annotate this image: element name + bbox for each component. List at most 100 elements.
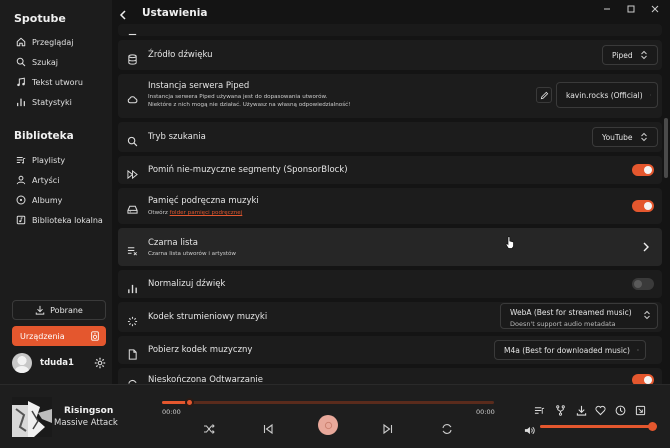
shuffle-button[interactable] — [203, 420, 215, 434]
username: tduda1 — [40, 358, 74, 368]
sleep-timer-button[interactable] — [615, 401, 626, 416]
devices-button[interactable]: Urządzenia — [12, 326, 106, 346]
main-nav: Przeglądaj Szukaj Tekst utworu Statystyk… — [0, 32, 112, 112]
setting-title: Czarna lista — [148, 238, 198, 248]
home-icon — [16, 37, 26, 47]
chevron-right-icon — [643, 242, 649, 252]
toggle-knob — [644, 202, 652, 210]
file-icon — [127, 345, 138, 360]
search-icon — [127, 132, 138, 147]
git-fork-icon — [556, 405, 565, 416]
download-icon — [576, 405, 587, 416]
sidebar-item-stats[interactable]: Statystyki — [0, 92, 112, 112]
repeat-button[interactable] — [441, 420, 453, 434]
chevron-up-down-icon — [640, 132, 647, 142]
setting-subtitle: Instancja serwera Piped używana jest do … — [148, 94, 328, 100]
sidebar: Spotube Przeglądaj Szukaj Tekst utworu S… — [0, 0, 112, 384]
volume-fill — [540, 425, 654, 428]
normalize-toggle[interactable] — [632, 278, 654, 290]
volume-slider[interactable] — [540, 422, 657, 431]
select-value: Piped — [612, 50, 633, 60]
settings-row-sponsorblock: Pomiń nie-muzyczne segmenty (SponsorBloc… — [118, 156, 662, 184]
user-icon — [16, 175, 26, 185]
bar-chart-icon — [16, 97, 26, 107]
user-profile[interactable]: tduda1 — [12, 352, 106, 374]
scroll-thumb[interactable] — [664, 118, 668, 178]
playlist-remove-icon — [127, 241, 138, 256]
sidebar-item-artists[interactable]: Artyści — [0, 170, 112, 190]
shuffle-icon — [204, 424, 215, 434]
alternative-sources-button[interactable] — [555, 401, 566, 416]
volume-thumb[interactable] — [648, 422, 657, 431]
cache-open-label: Otwórz — [148, 210, 168, 216]
album-cover[interactable] — [12, 397, 52, 437]
select-value: kavin.rocks (Official) — [566, 90, 643, 100]
search-mode-select[interactable]: YouTube — [592, 127, 658, 147]
like-button[interactable] — [595, 401, 606, 416]
minimize-icon — [604, 8, 610, 10]
piped-instance-select[interactable]: kavin.rocks (Official) — [556, 82, 658, 108]
minimize-button[interactable] — [600, 3, 614, 15]
settings-row-blacklist[interactable]: Czarna lista Czarna lista utworów i arty… — [118, 228, 662, 266]
settings-row-stream-codec: Kodek strumieniowy muzyki WebA (Best for… — [118, 302, 662, 332]
sidebar-item-local-library[interactable]: Biblioteka lokalna — [0, 210, 112, 230]
volume-icon — [524, 426, 535, 435]
cache-toggle[interactable] — [632, 200, 654, 212]
sidebar-item-search[interactable]: Szukaj — [0, 52, 112, 72]
sponsorblock-toggle[interactable] — [632, 164, 654, 176]
progress-thumb[interactable] — [184, 398, 194, 407]
settings-row-cache: Pamięć podręczna muzyki Otwórz folder pa… — [118, 188, 662, 224]
settings-page: Ustawienia Źródło dźwięku Piped Instancj… — [112, 0, 670, 384]
play-button[interactable] — [318, 415, 338, 435]
queue-button[interactable] — [534, 401, 545, 414]
settings-row-normalize: Normalizuj dźwięk — [118, 270, 662, 298]
download-codec-select[interactable]: M4a (Best for downloaded music) — [494, 340, 646, 360]
track-title[interactable]: Risingson — [64, 406, 113, 416]
audio-source-select[interactable]: Piped — [602, 45, 658, 65]
sidebar-item-albums[interactable]: Albumy — [0, 190, 112, 210]
elapsed-time: 00:00 — [162, 408, 181, 416]
toggle-knob — [644, 376, 652, 384]
hand-cursor-icon — [505, 236, 514, 249]
chevron-up-down-icon — [649, 94, 651, 96]
clock-icon — [615, 405, 626, 416]
downloads-label: Pobrane — [50, 305, 83, 315]
settings-row-download-codec: Pobierz kodek muzyczny M4a (Best for dow… — [118, 336, 662, 364]
playlist-icon — [16, 155, 26, 165]
cache-folder-link[interactable]: folder pamięci podręcznej — [170, 210, 243, 216]
sidebar-item-label: Statystyki — [32, 97, 72, 107]
volume-button[interactable] — [524, 421, 535, 435]
toggle-knob — [644, 166, 652, 174]
minimize-window-icon — [635, 405, 646, 416]
mini-player-button[interactable] — [635, 401, 646, 416]
skip-forward-icon — [383, 423, 393, 435]
back-button[interactable] — [117, 7, 129, 21]
endless-playback-toggle[interactable] — [632, 374, 654, 384]
downloads-button[interactable]: Pobrane — [12, 300, 106, 320]
setting-title: Tryb szukania — [148, 132, 206, 142]
avatar — [12, 353, 32, 373]
music-note-icon — [16, 77, 26, 87]
sidebar-item-playlists[interactable]: Playlisty — [0, 150, 112, 170]
sidebar-item-browse[interactable]: Przeglądaj — [0, 32, 112, 52]
gear-icon[interactable] — [94, 357, 106, 369]
track-artist[interactable]: Massive Attack — [54, 418, 118, 428]
sidebar-item-label: Biblioteka lokalna — [32, 215, 103, 225]
scrollbar[interactable] — [664, 28, 668, 378]
settings-row-search-mode: Tryb szukania YouTube — [118, 122, 662, 152]
setting-subtitle: Niektóre z nich mogą nie działać. Używas… — [148, 102, 351, 108]
setting-title: Kodek strumieniowy muzyki — [148, 312, 268, 322]
total-time: 00:00 — [476, 408, 495, 416]
close-button[interactable] — [648, 3, 662, 15]
sidebar-item-lyrics[interactable]: Tekst utworu — [0, 72, 112, 92]
sidebar-item-label: Artyści — [32, 175, 60, 185]
setting-title: Normalizuj dźwięk — [148, 279, 226, 289]
stream-codec-select[interactable]: WebA (Best for streamed music) Doesn't s… — [500, 303, 658, 329]
maximize-button[interactable] — [624, 3, 638, 15]
edit-instance-button[interactable] — [536, 87, 552, 103]
queue-icon — [534, 407, 545, 414]
previous-button[interactable] — [262, 420, 274, 435]
progress-slider[interactable] — [162, 398, 494, 407]
next-button[interactable] — [382, 420, 394, 435]
download-track-button[interactable] — [576, 401, 587, 416]
